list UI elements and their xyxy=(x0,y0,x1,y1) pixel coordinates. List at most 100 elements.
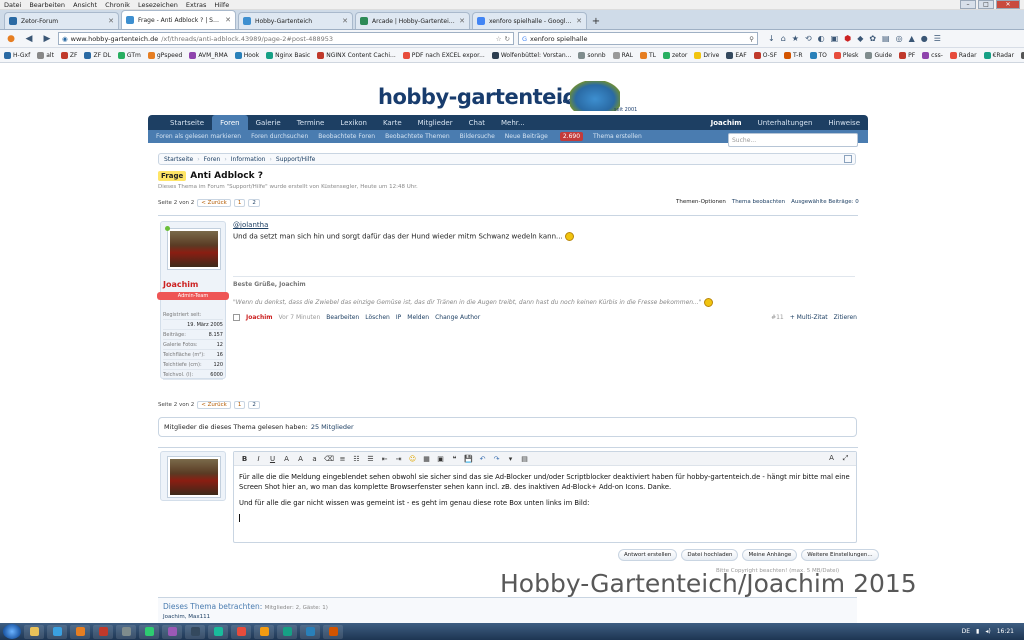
thread-prefix[interactable]: Frage xyxy=(158,171,187,181)
nav-tab-mehr[interactable]: Mehr... xyxy=(493,115,533,130)
site-identity-icon[interactable]: ◉ xyxy=(62,35,68,43)
delete-link[interactable]: Löschen xyxy=(365,314,390,321)
bookmarks-icon[interactable]: ★ xyxy=(792,34,799,43)
bookmark-item[interactable]: Nginx Basic xyxy=(266,51,310,59)
bookmark-item[interactable]: GTm xyxy=(117,51,141,59)
breadcrumb-item[interactable]: Information xyxy=(231,156,266,163)
taskbar-app[interactable] xyxy=(277,624,297,639)
expand-editor-icon[interactable]: ⤢ xyxy=(841,454,850,463)
browser-tab[interactable]: Arcade | Hobby-Gartenteich ✕ xyxy=(355,12,470,29)
bookmark-item[interactable]: TO xyxy=(809,51,827,59)
italic-icon[interactable]: I xyxy=(254,455,263,463)
ip-link[interactable]: IP xyxy=(396,314,401,321)
jump-to-icon[interactable] xyxy=(844,155,852,163)
page-1-link[interactable]: 1 xyxy=(233,401,246,409)
image-icon[interactable]: ▦ xyxy=(422,455,431,463)
addon-icon[interactable]: ◎ xyxy=(896,34,903,43)
taskbar-app[interactable] xyxy=(185,624,205,639)
taskbar-app[interactable] xyxy=(139,624,159,639)
post-username[interactable]: Joachim xyxy=(163,280,198,289)
menu-item[interactable]: Chronik xyxy=(105,1,130,9)
font-size-icon[interactable]: A xyxy=(296,455,305,463)
alerts-link[interactable]: Hinweise xyxy=(820,115,868,130)
bookmark-item[interactable]: PDF nach EXCEL expor... xyxy=(402,51,485,59)
browser-tab[interactable]: xenforo spielhalle - Google... ✕ xyxy=(472,12,587,29)
downloads-icon[interactable]: ↓ xyxy=(768,34,775,43)
bookmark-item[interactable]: AVM_RMA xyxy=(189,51,228,59)
clock[interactable]: 16:21 xyxy=(997,628,1014,635)
account-menu[interactable]: Joachim xyxy=(703,115,750,130)
browser-tab[interactable]: Zetor-Forum ✕ xyxy=(4,12,119,29)
start-button[interactable] xyxy=(3,624,21,639)
taskbar-app[interactable] xyxy=(323,624,343,639)
taskbar-app[interactable] xyxy=(300,624,320,639)
breadcrumb-item[interactable]: Support/Hilfe xyxy=(276,156,315,163)
subnav-link[interactable]: Neue Beiträge xyxy=(505,133,548,140)
browser-tab[interactable]: Frage - Anti Adblock ? | Sei... ✕ xyxy=(121,10,236,29)
thread-options-dropdown[interactable]: Themen-Optionen xyxy=(676,199,726,205)
subnav-link[interactable]: Foren als gelesen markieren xyxy=(156,133,241,140)
post-time[interactable]: Vor 7 Minuten xyxy=(279,314,321,321)
redo-icon[interactable]: ↷ xyxy=(492,455,501,463)
star-icon[interactable]: ☆ xyxy=(496,35,502,43)
bookmark-item[interactable]: TL xyxy=(640,51,656,59)
bookmark-item[interactable]: zetor xyxy=(663,51,687,59)
language-indicator[interactable]: DE xyxy=(962,628,970,635)
adblock-icon[interactable]: ⬢ xyxy=(844,34,851,43)
more-options-button[interactable]: Weitere Einstellungen... xyxy=(801,549,879,561)
post-select-checkbox[interactable] xyxy=(233,314,240,321)
site-logo[interactable]: hobby-gartenteich .de seit 2001 xyxy=(378,77,640,117)
subnav-link[interactable]: Beobachtete Foren xyxy=(318,133,375,140)
menu-item[interactable]: Ansicht xyxy=(73,1,97,9)
nav-tab-termine[interactable]: Termine xyxy=(289,115,333,130)
bookmark-item[interactable]: EAF xyxy=(726,51,747,59)
addon-icon[interactable]: ✿ xyxy=(869,34,876,43)
pocket-icon[interactable]: ▣ xyxy=(831,34,839,43)
menu-icon[interactable]: ☰ xyxy=(934,34,941,43)
font-settings-icon[interactable]: A xyxy=(827,454,836,463)
post-author-link[interactable]: Joachim xyxy=(246,314,273,321)
maximize-button[interactable]: □ xyxy=(978,0,994,9)
code-icon[interactable]: ❝ xyxy=(450,455,459,463)
bookmark-item[interactable]: T-R xyxy=(784,51,803,59)
close-tab-icon[interactable]: ✕ xyxy=(225,16,231,24)
bookmark-item[interactable]: RAL xyxy=(612,51,633,59)
nav-tab-foren[interactable]: Foren xyxy=(212,115,248,130)
bookmark-item[interactable]: H-Gxf xyxy=(4,51,30,59)
back-button[interactable]: ◀ xyxy=(22,32,36,46)
more-options-icon[interactable]: ▾ xyxy=(506,455,515,463)
bookmark-item[interactable]: ZF DL xyxy=(84,51,111,59)
bookmark-item[interactable]: sonnb xyxy=(578,51,606,59)
bookmark-item[interactable]: Radar xyxy=(949,51,977,59)
new-tab-button[interactable]: + xyxy=(589,13,603,29)
avatar[interactable] xyxy=(167,456,221,498)
addon-icon[interactable]: ▤ xyxy=(882,34,890,43)
bookmark-item[interactable]: gPspeed xyxy=(147,51,182,59)
selected-posts-link[interactable]: Ausgewählte Beiträge: 0 xyxy=(791,199,859,205)
bold-icon[interactable]: B xyxy=(240,455,249,463)
bookmark-item[interactable]: PF xyxy=(899,51,915,59)
nav-tab-galerie[interactable]: Galerie xyxy=(248,115,289,130)
undo-icon[interactable]: ↶ xyxy=(478,455,487,463)
multi-quote-link[interactable]: + Multi-Zitat xyxy=(790,314,828,321)
bookmark-item[interactable]: ZF xyxy=(60,51,77,59)
taskbar-app[interactable] xyxy=(231,624,251,639)
bookmark-item[interactable]: O-SF xyxy=(753,51,777,59)
close-tab-icon[interactable]: ✕ xyxy=(576,17,582,25)
bookmark-item[interactable]: alt xyxy=(37,51,54,59)
addon-icon[interactable]: ◆ xyxy=(857,34,863,43)
reply-editor[interactable]: B I U A A a ⌫ ≡ ☷ ☰ ⇤ ⇥ ☺ ▦ ▣ ❝ 💾 ↶ ↷ ▾ … xyxy=(233,451,857,543)
watch-thread-link[interactable]: Thema beobachten xyxy=(732,199,785,205)
taskbar-app-explorer[interactable] xyxy=(24,624,44,639)
menu-item[interactable]: Lesezeichen xyxy=(138,1,178,9)
taskbar-app-media[interactable] xyxy=(47,624,67,639)
conversations-link[interactable]: Unterhaltungen xyxy=(750,115,821,130)
menu-item[interactable]: Hilfe xyxy=(214,1,229,9)
font-color-icon[interactable]: A xyxy=(282,455,291,463)
prev-page-button[interactable]: < Zurück xyxy=(197,401,231,409)
page-1-link[interactable]: 1 xyxy=(233,199,246,207)
create-thread-link[interactable]: Thema erstellen xyxy=(593,133,642,140)
remove-format-icon[interactable]: ⌫ xyxy=(324,455,334,463)
numbered-list-icon[interactable]: ☰ xyxy=(366,455,375,463)
my-attachments-button[interactable]: Meine Anhänge xyxy=(742,549,798,561)
